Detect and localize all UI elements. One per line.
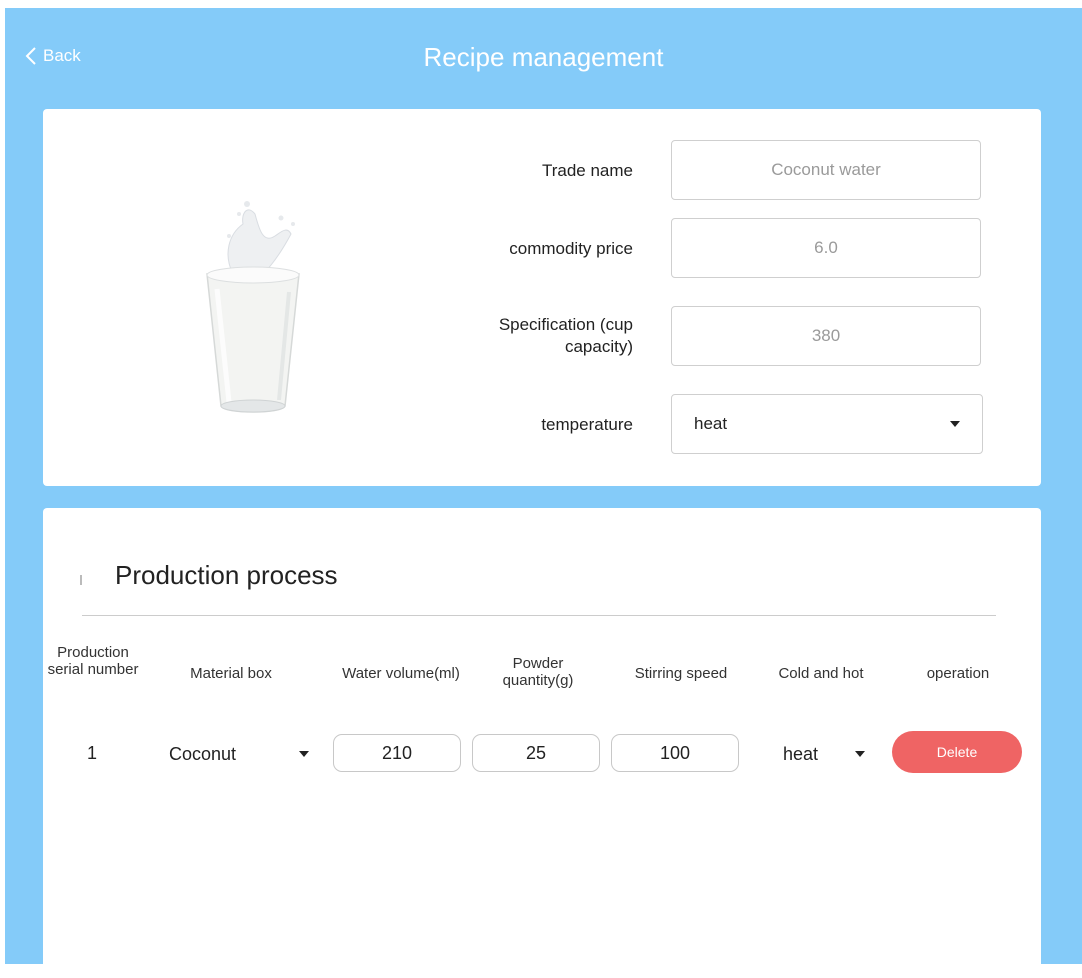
cold-hot-select[interactable]: heat <box>783 734 865 774</box>
commodity-price-row: commodity price 6.0 <box>423 218 1003 280</box>
column-header-water-volume: Water volume(ml) <box>342 665 460 682</box>
material-box-select[interactable]: Coconut <box>169 734 309 774</box>
trade-name-label: Trade name <box>541 161 633 180</box>
section-marker <box>80 575 82 585</box>
caret-down-icon <box>855 751 865 757</box>
trade-name-row: Trade name Coconut water <box>423 140 1003 202</box>
stirring-speed-input[interactable]: 100 <box>611 734 739 772</box>
cold-hot-value: heat <box>783 743 819 764</box>
commodity-price-input[interactable]: 6.0 <box>671 218 981 278</box>
water-volume-input[interactable]: 210 <box>333 734 461 772</box>
trade-name-input[interactable]: Coconut water <box>671 140 981 200</box>
milk-glass-icon <box>163 174 323 424</box>
section-title: Production process <box>115 560 338 590</box>
specification-input[interactable]: 380 <box>671 306 981 366</box>
header: Back Recipe management <box>5 8 1082 108</box>
column-header-powder-quantity: Powder quantity(g) <box>502 655 574 689</box>
commodity-price-label: commodity price <box>509 239 633 258</box>
column-header-stirring-speed: Stirring speed <box>634 665 728 682</box>
product-info-card: Trade name Coconut water commodity price… <box>43 109 1041 486</box>
temperature-select[interactable]: heat <box>671 394 983 454</box>
delete-button[interactable]: Delete <box>892 731 1022 773</box>
page-title: Recipe management <box>423 42 664 72</box>
powder-quantity-input[interactable]: 25 <box>472 734 600 772</box>
temperature-label: temperature <box>541 415 633 434</box>
column-header-cold-hot: Cold and hot <box>778 665 864 682</box>
specification-row: Specification (cup capacity) 380 <box>423 306 1003 368</box>
section-divider <box>82 615 996 616</box>
column-header-serial: Production serial number <box>47 644 139 678</box>
caret-down-icon <box>299 751 309 757</box>
caret-down-icon <box>950 421 960 427</box>
production-process-card: Production process Production serial num… <box>43 508 1041 978</box>
specification-label: Specification (cup capacity) <box>498 315 633 356</box>
temperature-value: heat <box>694 414 728 433</box>
material-box-value: Coconut <box>169 743 237 764</box>
column-header-material-box: Material box <box>190 665 272 682</box>
temperature-row: temperature heat <box>423 394 1003 456</box>
app-frame: Back Recipe management Trade name Coconu… <box>5 8 1082 978</box>
column-header-operation: operation <box>926 665 990 682</box>
serial-number: 1 <box>87 743 98 763</box>
